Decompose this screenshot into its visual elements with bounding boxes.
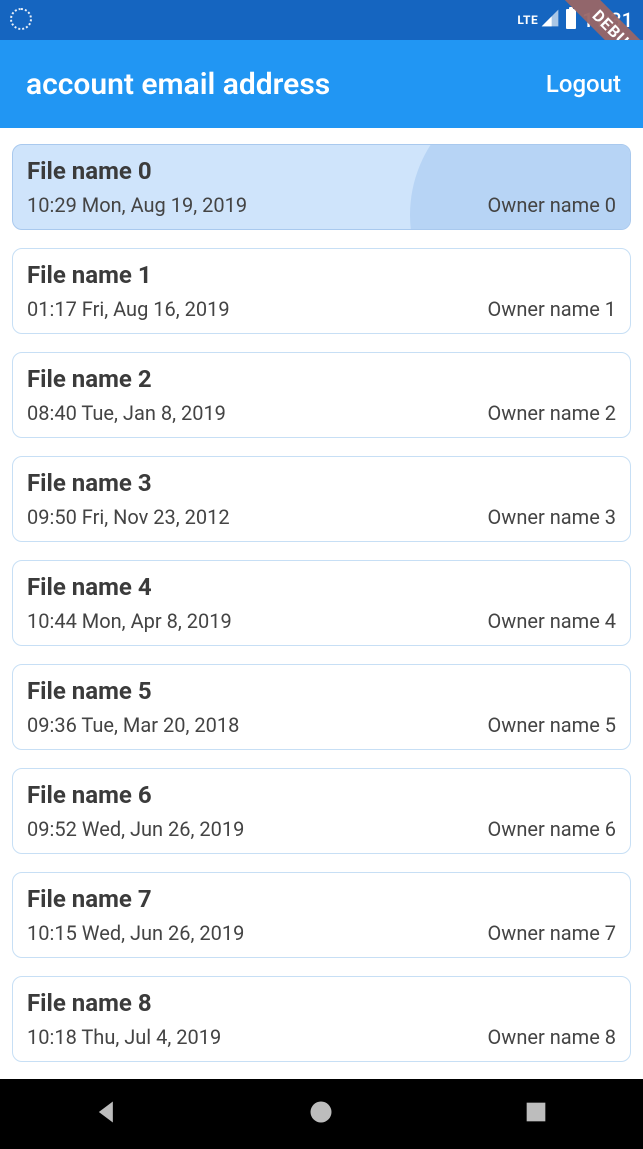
file-name: File name 5 [27,677,616,705]
network-label: LTE [517,13,538,27]
file-date: 10:18 Thu, Jul 4, 2019 [27,1025,221,1049]
file-owner: Owner name 3 [488,505,616,529]
file-date: 09:52 Wed, Jun 26, 2019 [27,817,244,841]
file-name: File name 4 [27,573,616,601]
file-card[interactable]: File name 4 10:44 Mon, Apr 8, 2019 Owner n… [12,560,631,646]
file-card[interactable]: File name 7 10:15 Wed, Jun 26, 2019 Owner … [12,872,631,958]
file-date: 08:40 Tue, Jan 8, 2019 [27,401,226,425]
file-owner: Owner name 8 [488,1025,616,1049]
file-owner: Owner name 4 [488,609,616,633]
file-owner: Owner name 5 [488,713,616,737]
file-card[interactable]: File name 1 01:17 Fri, Aug 16, 2019 Owner … [12,248,631,334]
file-meta-row: 10:44 Mon, Apr 8, 2019 Owner name 4 [27,609,616,633]
file-meta-row: 09:36 Tue, Mar 20, 2018 Owner name 5 [27,713,616,737]
file-card[interactable]: File name 5 09:36 Tue, Mar 20, 2018 Owner … [12,664,631,750]
signal-icon [540,8,560,33]
file-name: File name 0 [27,157,616,185]
file-card[interactable]: File name 2 08:40 Tue, Jan 8, 2019 Owner n… [12,352,631,438]
file-name: File name 1 [27,261,616,289]
logout-button[interactable]: Logout [546,70,621,98]
file-name: File name 8 [27,989,616,1017]
file-meta-row: 08:40 Tue, Jan 8, 2019 Owner name 2 [27,401,616,425]
clock-time: 11:31 [582,8,633,32]
battery-icon [564,7,578,34]
file-name: File name 6 [27,781,616,809]
file-meta-row: 09:52 Wed, Jun 26, 2019 Owner name 6 [27,817,616,841]
home-icon[interactable] [307,1098,335,1130]
file-meta-row: 10:18 Thu, Jul 4, 2019 Owner name 8 [27,1025,616,1049]
file-date: 10:15 Wed, Jun 26, 2019 [27,921,244,945]
loading-spinner-icon [10,8,34,32]
file-meta-row: 10:15 Wed, Jun 26, 2019 Owner name 7 [27,921,616,945]
file-name: File name 7 [27,885,616,913]
file-owner: Owner name 1 [488,297,616,321]
file-name: File name 2 [27,365,616,393]
file-date: 09:36 Tue, Mar 20, 2018 [27,713,239,737]
page-title: account email address [26,67,330,102]
file-card[interactable]: File name 0 10:29 Mon, Aug 19, 2019 Owner … [12,144,631,230]
file-meta-row: 10:29 Mon, Aug 19, 2019 Owner name 0 [27,193,616,217]
file-meta-row: 09:50 Fri, Nov 23, 2012 Owner name 3 [27,505,616,529]
file-date: 10:44 Mon, Apr 8, 2019 [27,609,232,633]
file-owner: Owner name 7 [488,921,616,945]
file-date: 10:29 Mon, Aug 19, 2019 [27,193,247,217]
file-owner: Owner name 6 [488,817,616,841]
file-card[interactable]: File name 8 10:18 Thu, Jul 4, 2019 Owner n… [12,976,631,1062]
file-owner: Owner name 0 [488,193,616,217]
android-nav-bar [0,1079,643,1149]
back-icon[interactable] [93,1098,121,1130]
status-right: LTE 11:31 [517,7,633,34]
file-card[interactable]: File name 3 09:50 Fri, Nov 23, 2012 Owner … [12,456,631,542]
file-card[interactable]: File name 6 09:52 Wed, Jun 26, 2019 Owner … [12,768,631,854]
file-owner: Owner name 2 [488,401,616,425]
file-meta-row: 01:17 Fri, Aug 16, 2019 Owner name 1 [27,297,616,321]
file-list[interactable]: File name 0 10:29 Mon, Aug 19, 2019 Owner … [0,128,643,1079]
file-date: 09:50 Fri, Nov 23, 2012 [27,505,230,529]
app-bar: account email address Logout [0,40,643,128]
file-date: 01:17 Fri, Aug 16, 2019 [27,297,230,321]
recent-apps-icon[interactable] [522,1098,550,1130]
android-status-bar: LTE 11:31 [0,0,643,40]
file-name: File name 3 [27,469,616,497]
